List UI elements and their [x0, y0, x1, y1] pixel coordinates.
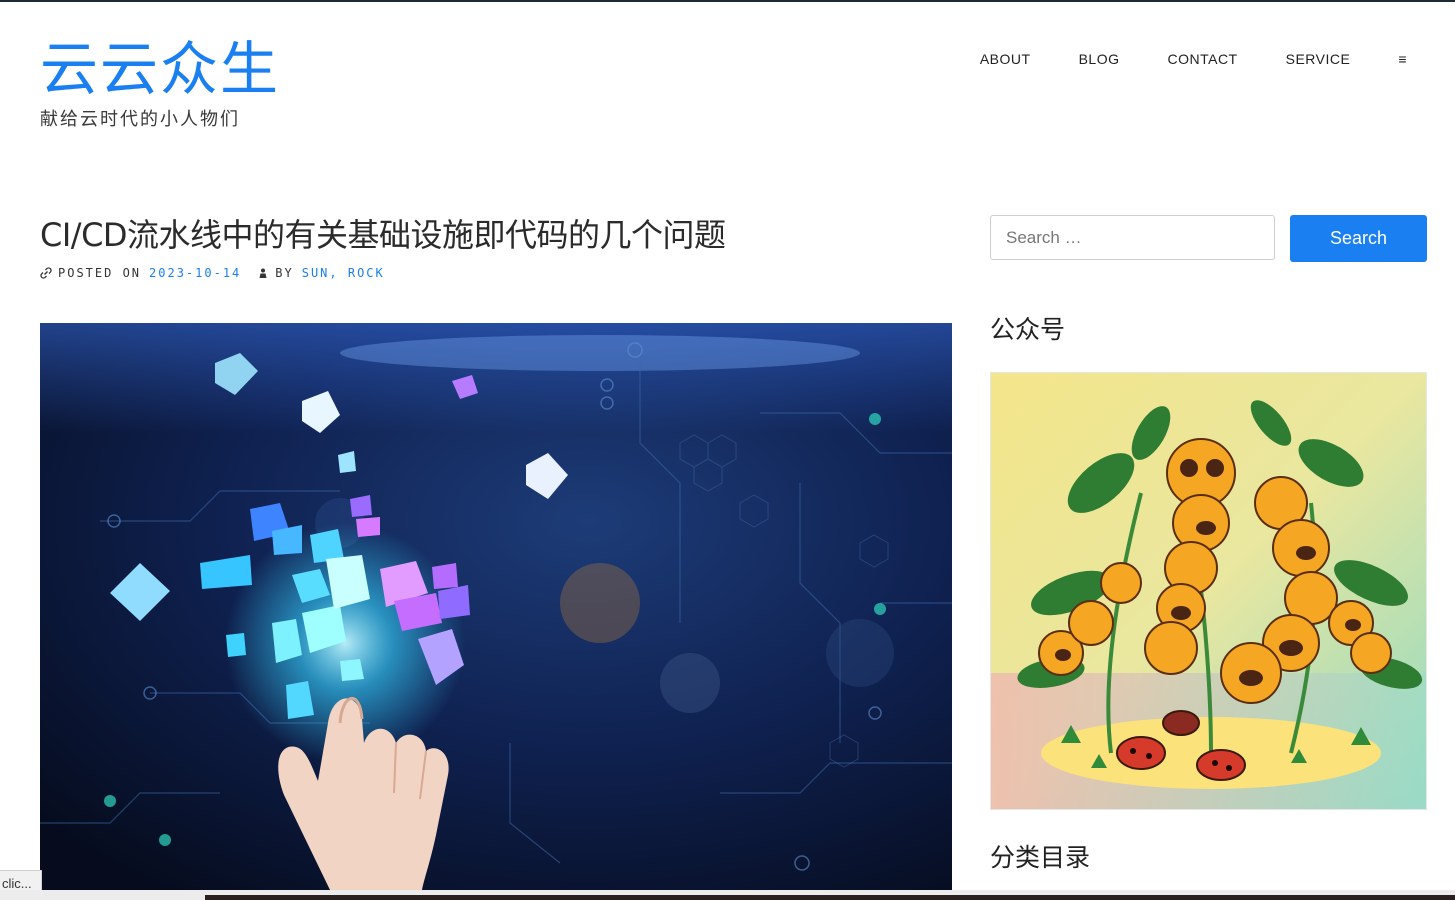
bottom-strip: [0, 890, 1455, 900]
posted-on-label: POSTED ON: [58, 266, 142, 280]
nav-item-contact[interactable]: CONTACT: [1143, 48, 1261, 70]
featured-image: [40, 323, 952, 890]
nav-item-service[interactable]: SERVICE: [1262, 48, 1375, 70]
site-tagline: 献给云时代的小人物们: [40, 109, 240, 130]
nav-item-about[interactable]: ABOUT: [956, 48, 1055, 70]
by-label: BY: [275, 266, 294, 280]
widget-title-categories: 分类目录: [990, 843, 1091, 872]
search-button[interactable]: Search: [1290, 215, 1427, 262]
search-input[interactable]: [990, 215, 1275, 260]
post-date-link[interactable]: 2023-10-14: [149, 266, 241, 280]
post-authors-link[interactable]: SUN, ROCK: [302, 266, 385, 280]
post-title: CI/CD流水线中的有关基础设施即代码的几个问题: [40, 216, 726, 254]
widget-title-wechat: 公众号: [990, 315, 1066, 344]
site-title[interactable]: 云云众生: [40, 34, 280, 104]
user-icon: [259, 268, 267, 278]
nav-item-blog[interactable]: BLOG: [1055, 48, 1144, 70]
wechat-image: [990, 372, 1427, 810]
link-icon: [40, 267, 52, 279]
menu-toggle-icon[interactable]: ≡: [1374, 48, 1415, 70]
post-meta: POSTED ON 2023-10-14 BY SUN, ROCK: [40, 266, 385, 280]
wechat-image-artwork: [991, 373, 1426, 809]
top-border: [0, 0, 1455, 2]
main-nav: ABOUT BLOG CONTACT SERVICE ≡: [956, 48, 1415, 70]
featured-image-artwork: [40, 323, 952, 890]
